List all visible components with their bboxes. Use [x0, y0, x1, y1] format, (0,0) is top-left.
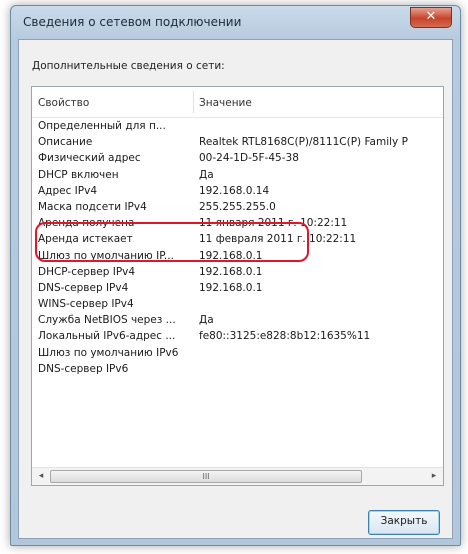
property-name: Описание: [38, 136, 93, 149]
dialog-body: Дополнительные сведения о сети: Свойство…: [18, 39, 453, 539]
window-title: Сведения о сетевом подключении: [23, 15, 242, 29]
property-name: Служба NetBIOS через ...: [38, 314, 176, 327]
scroll-right-icon[interactable]: ▸: [427, 470, 441, 483]
highlight-annotation: [35, 222, 309, 262]
list-item[interactable]: Шлюз по умолчанию IPv6: [32, 346, 443, 362]
list-item[interactable]: Маска подсети IPv4 255.255.255.0: [32, 200, 443, 216]
property-value: 255.255.255.0: [199, 200, 276, 213]
column-header-value[interactable]: Значение: [199, 97, 252, 109]
property-name: DHCP включен: [38, 168, 119, 181]
list-item[interactable]: DNS-сервер IPv4 192.168.0.1: [32, 281, 443, 297]
window-close-button[interactable]: ✕: [410, 7, 452, 28]
list-item[interactable]: WINS-сервер IPv4: [32, 297, 443, 313]
network-details-dialog: Сведения о сетевом подключении ✕ Дополни…: [10, 5, 461, 546]
scrollbar-thumb[interactable]: III: [50, 470, 362, 483]
property-value: Realtek RTL8168C(P)/8111C(P) Family P: [199, 136, 408, 149]
list-item[interactable]: DNS-сервер IPv6: [32, 362, 443, 378]
property-value: 192.168.0.14: [199, 184, 270, 197]
list-item[interactable]: Определенный для п...: [32, 119, 443, 135]
close-icon: ✕: [425, 9, 437, 24]
list-item[interactable]: Служба NetBIOS через ... Да: [32, 313, 443, 329]
horizontal-scrollbar[interactable]: ◂ III ▸: [32, 467, 443, 485]
property-name: DNS-сервер IPv4: [38, 281, 129, 294]
list-item[interactable]: Адрес IPv4 192.168.0.14: [32, 184, 443, 200]
property-name: Определенный для п...: [38, 120, 166, 132]
list-item[interactable]: Описание Realtek RTL8168C(P)/8111C(P) Fam…: [32, 135, 443, 151]
property-name: DNS-сервер IPv6: [38, 362, 129, 375]
list-item[interactable]: DHCP-сервер IPv4 192.168.0.1: [32, 265, 443, 281]
details-list[interactable]: Свойство Значение Определенный для п... О…: [31, 86, 444, 486]
title-bar[interactable]: Сведения о сетевом подключении ✕: [11, 6, 460, 38]
thumb-grip-icon: III: [202, 472, 210, 481]
property-value: 00-24-1D-5F-45-38: [199, 152, 299, 165]
property-name: Адрес IPv4: [38, 184, 98, 197]
column-divider[interactable]: [193, 91, 194, 113]
list-header: Свойство Значение: [32, 87, 443, 118]
property-value: fe80::3125:e828:8b12:1635%11: [199, 330, 371, 343]
property-value: 192.168.0.1: [199, 265, 263, 278]
property-name: Маска подсети IPv4: [38, 200, 147, 213]
list-item[interactable]: Локальный IPv6-адрес ... fe80::3125:e828:…: [32, 329, 443, 345]
property-name: DHCP-сервер IPv4: [38, 265, 136, 278]
property-value: 192.168.0.1: [199, 281, 263, 294]
property-name: Физический адрес: [38, 152, 141, 165]
column-header-property[interactable]: Свойство: [38, 97, 89, 109]
property-name: Шлюз по умолчанию IPv6: [38, 346, 179, 359]
property-name: WINS-сервер IPv4: [38, 298, 134, 311]
list-item[interactable]: DHCP включен Да: [32, 168, 443, 184]
list-item[interactable]: Физический адрес 00-24-1D-5F-45-38: [32, 151, 443, 167]
property-value: Да: [199, 168, 214, 181]
close-button[interactable]: Закрыть: [368, 510, 440, 535]
property-value: Да: [199, 314, 214, 327]
property-name: Локальный IPv6-адрес ...: [38, 330, 176, 343]
details-caption: Дополнительные сведения о сети:: [32, 60, 225, 72]
scroll-left-icon[interactable]: ◂: [34, 470, 48, 483]
